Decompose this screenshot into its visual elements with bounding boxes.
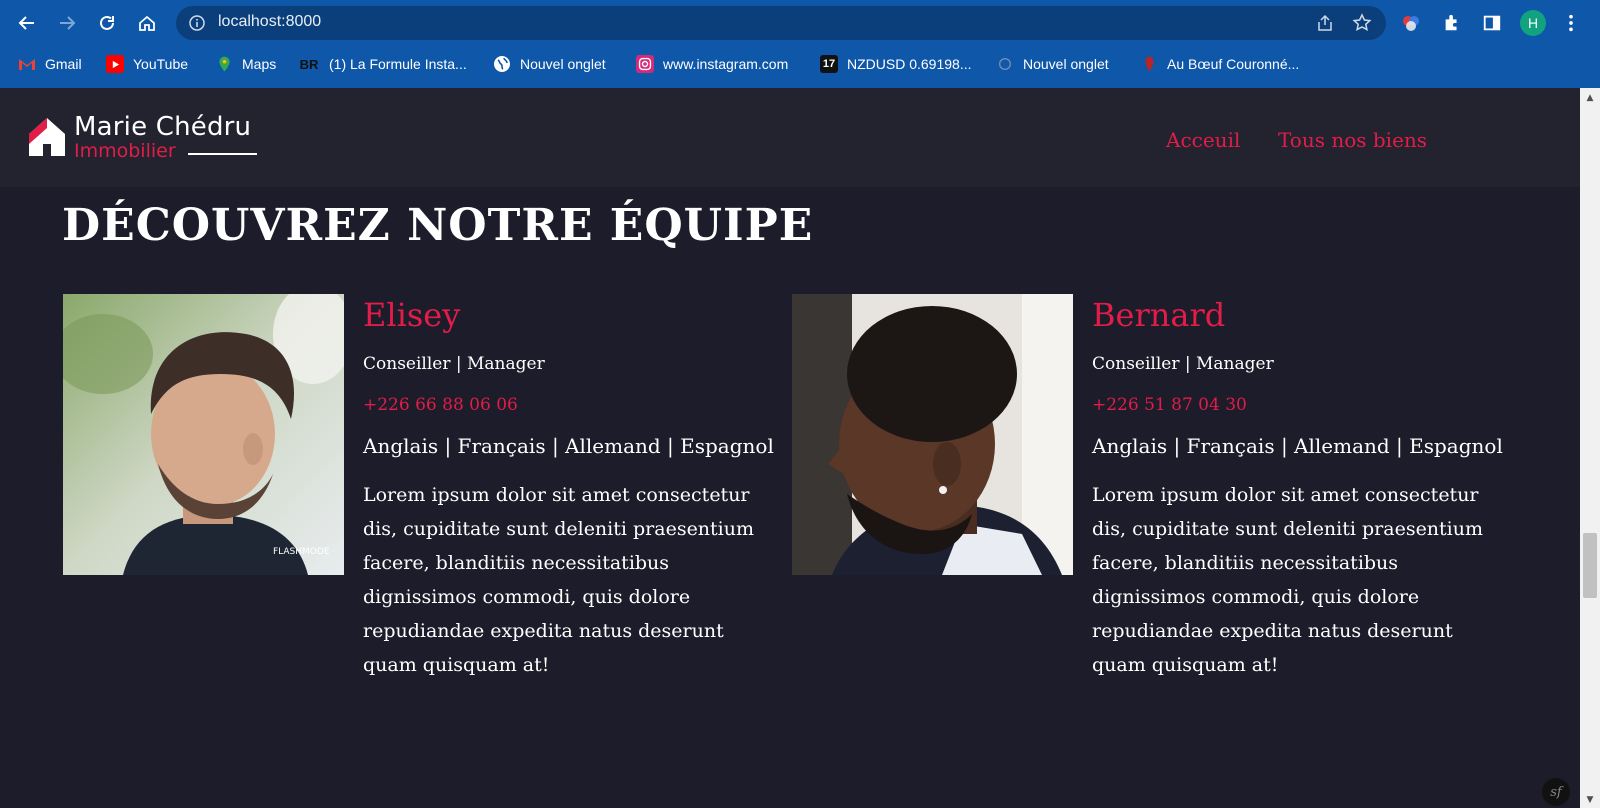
agent-photo-elisey: FLASHMODE [63, 294, 344, 575]
agent-phone-link[interactable]: +226 51 87 04 30 [1092, 395, 1247, 415]
boeuf-icon [1140, 55, 1158, 73]
scroll-up-arrow-icon[interactable]: ▲ [1585, 93, 1595, 103]
address-bar[interactable]: localhost:8000 [176, 6, 1386, 40]
bookmark-instagram[interactable]: www.instagram.com [636, 54, 788, 74]
agent-photo-bernard [792, 294, 1073, 575]
arrow-left-icon [18, 16, 34, 30]
menu-kebab-icon[interactable] [1560, 12, 1582, 34]
home-button[interactable] [133, 9, 161, 37]
address-url[interactable]: localhost:8000 [218, 13, 321, 31]
agent-description: Lorem ipsum dolor sit amet consectetur d… [1092, 484, 1484, 676]
agent-name: Bernard [1092, 296, 1226, 334]
home-icon [139, 15, 155, 31]
instagram-icon [636, 55, 654, 73]
page-icon [996, 55, 1014, 73]
nav-link-accueil[interactable]: Acceuil [1166, 128, 1240, 152]
tradingview-icon: 17 [820, 55, 838, 73]
logo-subtitle: Immobilier [74, 140, 176, 162]
agent-phone-link[interactable]: +226 66 88 06 06 [363, 395, 518, 415]
agent-role: Conseiller | Manager [363, 354, 545, 374]
agent-languages: Anglais | Français | Allemand | Espagnol [1092, 434, 1503, 458]
agent-description: Lorem ipsum dolor sit amet consectetur d… [363, 484, 755, 676]
bookmark-maps[interactable]: Maps [215, 54, 276, 74]
extensions-puzzle-icon[interactable] [1441, 12, 1463, 34]
bookmark-star-icon[interactable] [1352, 13, 1372, 33]
agent-name: Elisey [363, 296, 461, 334]
bookmark-nouvel-onglet-1[interactable]: Nouvel onglet [493, 54, 606, 74]
logo-name: Marie Chédru [74, 112, 252, 142]
site-header: Marie Chédru Immobilier Acceuil Tous nos… [0, 88, 1580, 187]
gmail-icon [18, 55, 36, 73]
bookmarks-bar: Gmail YouTube Maps BR (1) La Formule Ins… [0, 48, 1600, 80]
maps-icon [215, 55, 233, 73]
nav-link-tous-nos-biens[interactable]: Tous nos biens [1278, 128, 1427, 152]
logo-underline [188, 153, 257, 155]
extension-colors-icon[interactable] [1400, 12, 1422, 34]
browser-toolbar: localhost:8000 H [0, 0, 1600, 46]
side-panel-icon[interactable] [1481, 12, 1503, 34]
house-logo-icon [29, 118, 65, 156]
bookmark-la-formule[interactable]: BR (1) La Formule Insta... [298, 54, 467, 74]
photo-watermark: FLASHMODE [273, 547, 330, 557]
forward-button[interactable] [53, 9, 81, 37]
arrow-right-icon [60, 16, 76, 30]
info-icon[interactable] [188, 14, 206, 32]
globe-icon [493, 55, 511, 73]
site-logo[interactable]: Marie Chédru Immobilier [28, 112, 268, 164]
agent-role: Conseiller | Manager [1092, 354, 1274, 374]
symfony-toolbar-icon[interactable]: sf [1542, 778, 1570, 806]
scrollbar-thumb[interactable] [1583, 533, 1597, 598]
bookmark-nzdusd[interactable]: 17 NZDUSD 0.69198... [820, 54, 972, 74]
bookmark-youtube[interactable]: YouTube [106, 54, 188, 74]
bookmark-gmail[interactable]: Gmail [18, 54, 82, 74]
share-icon[interactable] [1316, 14, 1334, 32]
youtube-icon [106, 55, 124, 73]
reload-icon [100, 15, 114, 30]
br-icon: BR [299, 56, 319, 72]
scroll-down-arrow-icon[interactable]: ▼ [1585, 795, 1595, 805]
page-scrollbar[interactable] [1580, 88, 1600, 808]
agent-languages: Anglais | Français | Allemand | Espagnol [363, 434, 774, 458]
profile-avatar[interactable]: H [1520, 10, 1546, 36]
section-title: DÉCOUVREZ NOTRE ÉQUIPE [62, 200, 814, 251]
bookmark-au-boeuf[interactable]: Au Bœuf Couronné... [1140, 54, 1299, 74]
browser-chrome: localhost:8000 H Gmail YouTube Maps BR (… [0, 0, 1600, 88]
bookmark-nouvel-onglet-2[interactable]: Nouvel onglet [996, 54, 1109, 74]
reload-button[interactable] [93, 9, 121, 37]
back-button[interactable] [13, 9, 41, 37]
